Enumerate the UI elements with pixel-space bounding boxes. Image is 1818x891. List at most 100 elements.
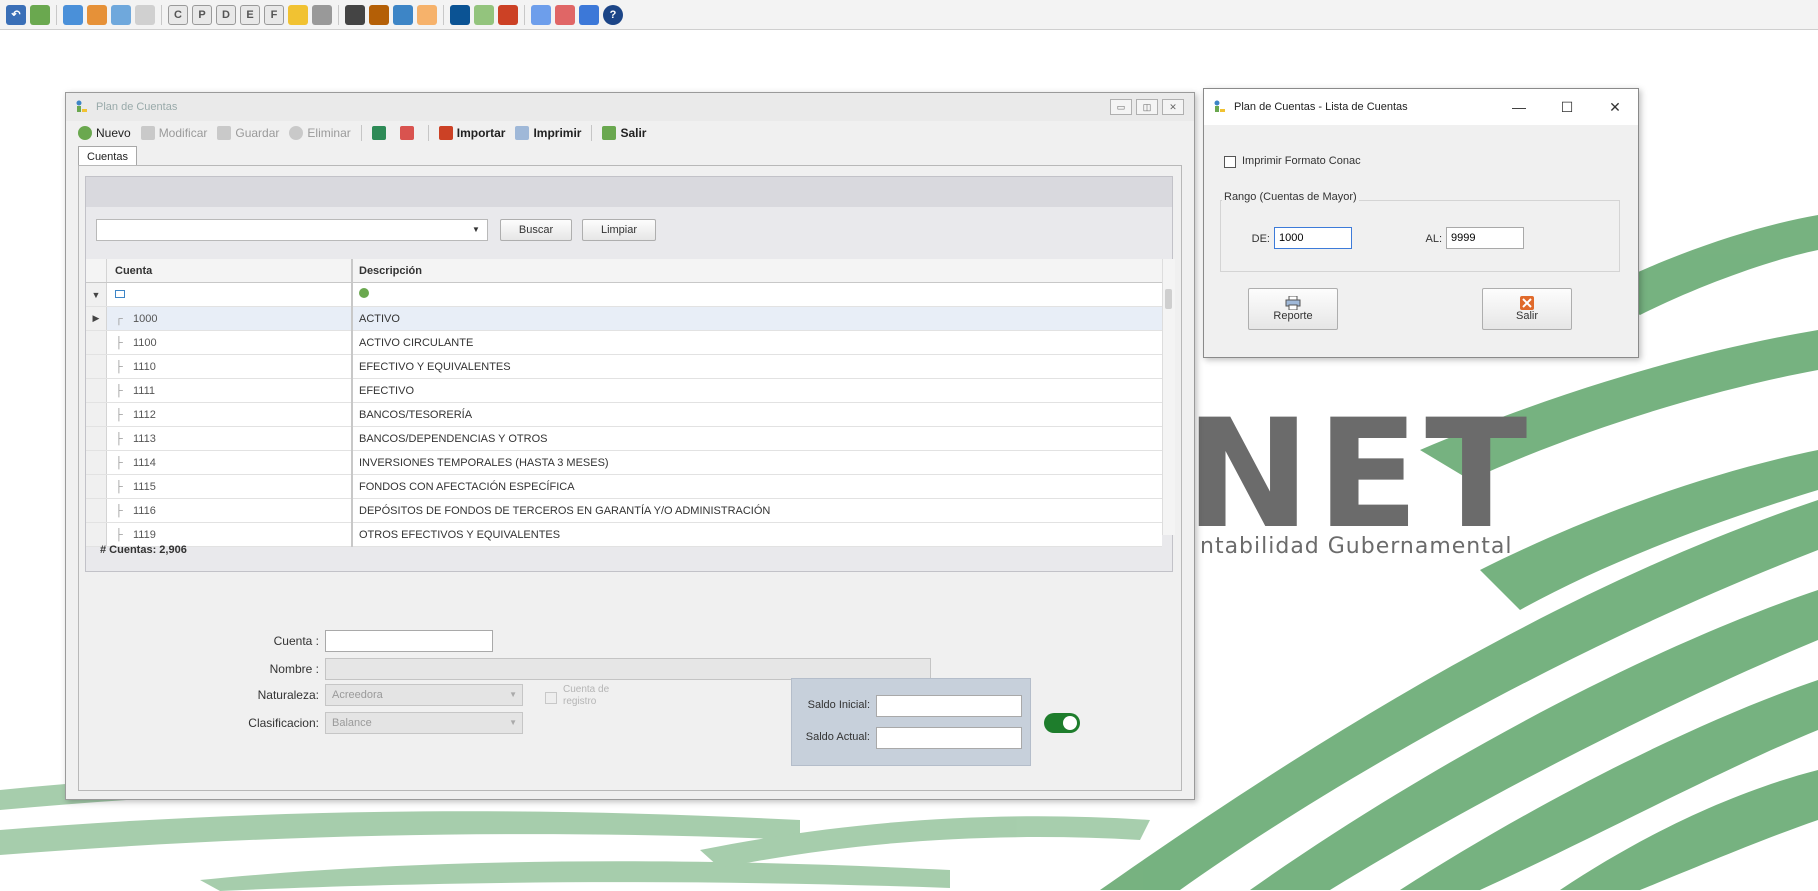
- table-icon[interactable]: [111, 4, 131, 25]
- form-p-icon[interactable]: P: [192, 4, 212, 25]
- reporte-button[interactable]: Reporte: [1248, 288, 1338, 330]
- row-indicator[interactable]: [86, 450, 107, 475]
- restore-button[interactable]: ◫: [1136, 99, 1158, 115]
- row-indicator[interactable]: [86, 474, 107, 499]
- salir-button[interactable]: Salir: [1482, 288, 1572, 330]
- cuenta-cell[interactable]: ├ 1116: [106, 498, 353, 523]
- window-title-bar[interactable]: Plan de Cuentas - Lista de Cuentas — ☐ ✕: [1204, 89, 1638, 125]
- cuenta-cell[interactable]: ├ 1111: [106, 378, 353, 403]
- chevron-down-icon[interactable]: ▼: [472, 225, 480, 234]
- cuenta-cell[interactable]: ├ 1119: [106, 522, 353, 547]
- grid-scrollbar[interactable]: [1162, 259, 1175, 535]
- descripcion-cell[interactable]: EFECTIVO: [352, 378, 1162, 403]
- descripcion-cell[interactable]: EFECTIVO Y EQUIVALENTES: [352, 354, 1162, 379]
- nombre-field[interactable]: [325, 658, 931, 680]
- descripcion-cell[interactable]: BANCOS/TESORERÍA: [352, 402, 1162, 427]
- report-icon[interactable]: [450, 4, 470, 25]
- naturaleza-select[interactable]: Acreedora ▼: [325, 684, 523, 706]
- imprimir-formato-conac-label[interactable]: Imprimir Formato Conac: [1242, 155, 1361, 167]
- table-row[interactable]: ├ 1116 DEPÓSITOS DE FONDOS DE TERCEROS EN …: [86, 498, 1162, 523]
- package-icon[interactable]: [417, 4, 437, 25]
- guardar-button[interactable]: Guardar: [217, 126, 279, 140]
- cuenta-cell[interactable]: ├ 1115: [106, 474, 353, 499]
- row-indicator[interactable]: [86, 354, 107, 379]
- cuenta-cell[interactable]: ├ 1110: [106, 354, 353, 379]
- table-row[interactable]: ├ 1100 ACTIVO CIRCULANTE: [86, 330, 1162, 355]
- cuenta-cell[interactable]: ┌ 1000: [106, 306, 353, 331]
- scroll-thumb[interactable]: [1165, 289, 1172, 309]
- cancel-button[interactable]: [399, 126, 418, 140]
- export-button[interactable]: [371, 126, 390, 140]
- imprimir-formato-conac-checkbox[interactable]: [1224, 156, 1236, 168]
- row-indicator[interactable]: [86, 378, 107, 403]
- window-title-bar[interactable]: Plan de Cuentas ▭ ◫ ✕: [66, 93, 1194, 121]
- cuenta-cell[interactable]: ├ 1113: [106, 426, 353, 451]
- row-indicator[interactable]: [86, 402, 107, 427]
- column-header-descripcion[interactable]: Descripción: [352, 259, 1162, 283]
- active-toggle[interactable]: [1044, 713, 1080, 733]
- edit-icon[interactable]: [369, 4, 389, 25]
- descripcion-cell[interactable]: ACTIVO CIRCULANTE: [352, 330, 1162, 355]
- clasificacion-select[interactable]: Balance ▼: [325, 712, 523, 734]
- maximize-button[interactable]: ☐: [1552, 99, 1582, 116]
- importar-button[interactable]: Importar: [438, 126, 505, 140]
- imprimir-button[interactable]: Imprimir: [515, 126, 581, 140]
- filter-descripcion-cell[interactable]: [352, 282, 1162, 307]
- table-row[interactable]: ├ 1112 BANCOS/TESORERÍA: [86, 402, 1162, 427]
- key-icon[interactable]: [555, 4, 575, 25]
- filter-cuenta-cell[interactable]: [106, 282, 353, 307]
- table-row[interactable]: ├ 1111 EFECTIVO: [86, 378, 1162, 403]
- form-c-icon[interactable]: C: [168, 4, 188, 25]
- nuevo-button[interactable]: Nuevo: [78, 126, 131, 140]
- cuenta-field[interactable]: [325, 630, 493, 652]
- descripcion-cell[interactable]: FONDOS CON AFECTACIÓN ESPECÍFICA: [352, 474, 1162, 499]
- close-button[interactable]: ✕: [1162, 99, 1184, 115]
- table-row[interactable]: ├ 1119 OTROS EFECTIVOS Y EQUIVALENTES: [86, 522, 1162, 547]
- help-icon[interactable]: ?: [603, 4, 623, 25]
- table-row[interactable]: ├ 1113 BANCOS/DEPENDENCIAS Y OTROS: [86, 426, 1162, 451]
- table-row[interactable]: ├ 1115 FONDOS CON AFECTACIÓN ESPECÍFICA: [86, 474, 1162, 499]
- tools-icon[interactable]: [87, 4, 107, 25]
- chart-icon[interactable]: [393, 4, 413, 25]
- row-indicator[interactable]: ▶: [86, 306, 107, 331]
- table-row[interactable]: ├ 1110 EFECTIVO Y EQUIVALENTES: [86, 354, 1162, 379]
- salir-button[interactable]: Salir: [602, 126, 646, 140]
- saldo-inicial-field[interactable]: [876, 695, 1022, 717]
- table-row[interactable]: ▶ ┌ 1000 ACTIVO: [86, 306, 1162, 331]
- row-indicator[interactable]: [86, 330, 107, 355]
- search-input[interactable]: [96, 219, 488, 241]
- form-d-icon[interactable]: D: [216, 4, 236, 25]
- form-e-icon[interactable]: E: [240, 4, 260, 25]
- saldo-actual-field[interactable]: [876, 727, 1022, 749]
- hierarchy-icon[interactable]: [531, 4, 551, 25]
- tree-icon[interactable]: [474, 4, 494, 25]
- cuenta-cell[interactable]: ├ 1100: [106, 330, 353, 355]
- settings-icon[interactable]: [312, 4, 332, 25]
- back-icon[interactable]: ↶: [6, 4, 26, 25]
- descripcion-cell[interactable]: ACTIVO: [352, 306, 1162, 331]
- book-icon[interactable]: [345, 4, 365, 25]
- eliminar-button[interactable]: Eliminar: [289, 126, 351, 140]
- row-indicator[interactable]: [86, 522, 107, 547]
- column-header-cuenta[interactable]: Cuenta: [106, 259, 353, 283]
- catalog-icon[interactable]: [63, 4, 83, 25]
- form-f-icon[interactable]: F: [264, 4, 284, 25]
- al-field[interactable]: [1446, 227, 1524, 249]
- tab-cuentas[interactable]: Cuentas: [78, 146, 137, 167]
- cuenta-registro-checkbox[interactable]: [545, 692, 557, 704]
- buscar-button[interactable]: Buscar: [500, 219, 572, 241]
- minimize-button[interactable]: —: [1504, 99, 1534, 115]
- row-indicator[interactable]: [86, 426, 107, 451]
- users-icon[interactable]: [498, 4, 518, 25]
- close-button[interactable]: ✕: [1600, 99, 1630, 116]
- descripcion-cell[interactable]: OTROS EFECTIVOS Y EQUIVALENTES: [352, 522, 1162, 547]
- descripcion-cell[interactable]: DEPÓSITOS DE FONDOS DE TERCEROS EN GARAN…: [352, 498, 1162, 523]
- cuenta-cell[interactable]: ├ 1112: [106, 402, 353, 427]
- documents-icon[interactable]: [30, 4, 50, 25]
- limpiar-button[interactable]: Limpiar: [582, 219, 656, 241]
- row-indicator[interactable]: [86, 498, 107, 523]
- descripcion-cell[interactable]: BANCOS/DEPENDENCIAS Y OTROS: [352, 426, 1162, 451]
- calculator-icon[interactable]: [579, 4, 599, 25]
- grid-icon[interactable]: [135, 4, 155, 25]
- folder-icon[interactable]: [288, 4, 308, 25]
